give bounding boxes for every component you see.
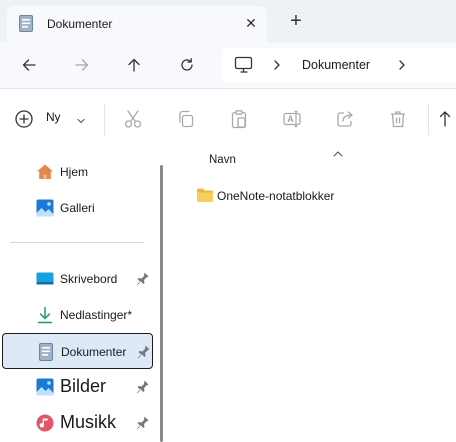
cut-icon[interactable] [121,107,145,131]
toolbar-separator [104,103,105,135]
documents-icon [19,15,33,32]
new-button-label: Ny [46,110,61,124]
navigation-bar: Dokumenter [0,42,456,88]
sidebar-item-label: Nedlastinger* [60,308,133,322]
toolbar-separator [428,103,429,135]
sidebar-item-dokumenter[interactable]: Dokumenter [2,333,153,369]
tab-strip: Dokumenter ✕ + [0,0,456,42]
share-icon[interactable] [333,107,357,131]
navigation-pane: Hjem Galleri Skrivebord Nedlastinger* Do… [0,145,157,442]
sidebar-item-galleri[interactable]: Galleri [2,190,153,226]
copy-icon[interactable] [174,107,198,131]
sidebar-item-hjem[interactable]: Hjem [2,154,153,190]
sort-ascending-icon [332,145,344,157]
tab-dokumenter[interactable]: Dokumenter ✕ [7,6,267,42]
sidebar-item-nedlastinger[interactable]: Nedlastinger* [2,297,153,333]
sidebar-item-musikk[interactable]: Musikk [2,405,153,441]
sidebar-item-label: Bilder [60,376,107,396]
tab-title: Dokumenter [47,17,113,31]
column-header-name[interactable]: Navn [209,154,236,166]
pin-icon[interactable] [136,271,150,287]
home-icon [36,163,54,181]
desktop-icon [36,270,54,288]
sidebar-item-label: Galleri [60,201,95,215]
list-item[interactable]: OneNote-notatblokker [194,186,434,208]
chevron-right-icon[interactable] [397,56,407,74]
sidebar-scrollbar[interactable] [160,165,163,442]
sidebar-item-label: Skrivebord [60,272,118,286]
sort-icon[interactable] [436,107,456,131]
music-icon [36,414,54,432]
this-pc-icon [234,56,254,74]
sidebar-item-skrivebord[interactable]: Skrivebord [2,261,153,297]
sidebar-item-label: Dokumenter [61,345,127,359]
up-icon[interactable] [121,52,147,78]
file-list: Navn OneNote-notatblokker [170,145,456,442]
pin-icon[interactable] [136,379,150,395]
documents-icon [37,343,55,361]
sidebar-divider [10,242,144,243]
file-name: OneNote-notatblokker [217,189,335,203]
new-tab-button[interactable]: + [285,9,307,33]
forward-icon[interactable] [69,52,95,78]
delete-icon[interactable] [386,107,410,131]
refresh-icon[interactable] [174,52,200,78]
sidebar-item-label: Hjem [60,165,89,179]
chevron-right-icon[interactable] [272,56,282,74]
command-bar: Ny [0,89,456,145]
sidebar-item-label: Musikk [60,412,117,432]
breadcrumb-dokumenter[interactable]: Dokumenter [302,58,370,72]
plus-circle-icon [14,109,34,129]
pin-icon[interactable] [136,415,150,431]
back-icon[interactable] [16,52,42,78]
pin-icon[interactable] [137,344,151,360]
sidebar-item-bilder[interactable]: Bilder [2,369,153,405]
rename-icon[interactable] [280,107,304,131]
gallery-icon [36,199,54,217]
paste-icon[interactable] [227,107,251,131]
download-icon [36,306,54,324]
pictures-icon [36,378,54,396]
chevron-down-icon [76,113,86,124]
address-bar[interactable]: Dokumenter [222,48,456,82]
close-icon[interactable]: ✕ [242,12,260,34]
folder-icon [196,187,214,203]
